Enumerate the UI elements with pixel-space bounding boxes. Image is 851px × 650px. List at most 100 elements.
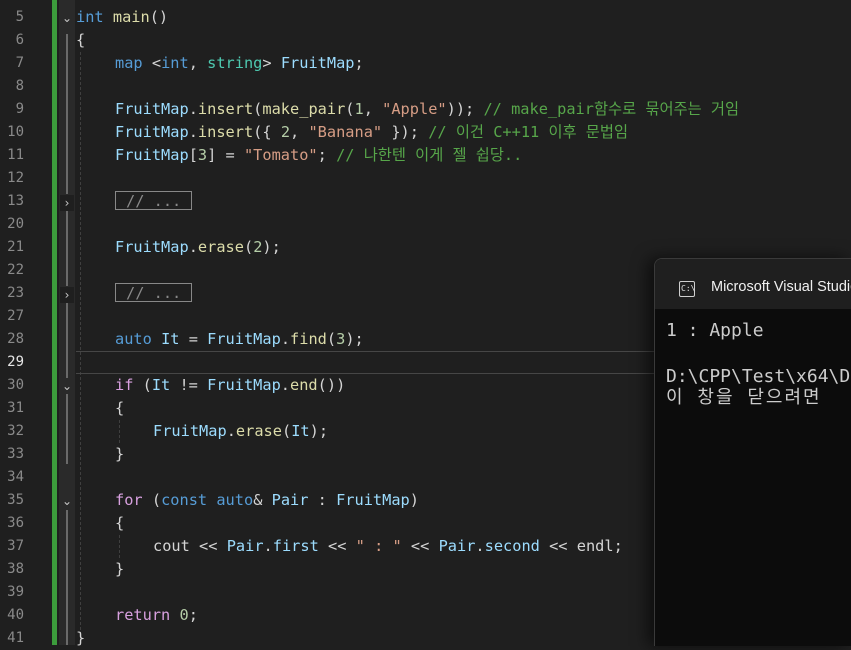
code-line[interactable]: { [115,397,124,420]
line-number: 38 [7,561,24,577]
line-number: 30 [7,377,24,393]
code-token: 3 [336,330,346,348]
fold-guide-line [66,211,68,286]
console-output-line: D:\CPP\Test\x64\Debug\Test.exe [666,366,851,387]
code-token: { [76,31,86,49]
code-token: FruitMap [115,123,189,141]
code-line[interactable]: map <int, string> FruitMap; [115,52,364,75]
current-line-highlight [76,351,666,374]
code-line[interactable]: return 0; [115,604,198,627]
line-number: 27 [7,308,24,324]
code-token: Pair [226,537,264,555]
code-token: FruitMap [115,238,189,256]
console-app-icon: C:\ [679,281,695,297]
code-token: : [308,491,337,509]
code-token: . [280,330,291,348]
code-line[interactable]: // ... [115,282,193,305]
code-token: . [188,238,198,256]
code-token: , [188,54,208,72]
code-token: for [115,491,143,509]
code-line[interactable]: FruitMap.insert(make_pair(1, "Apple")); … [115,98,739,121]
code-token: second [484,537,540,555]
line-number: 8 [15,78,24,94]
code-token: . [263,537,273,555]
code-token: . [188,100,198,118]
line-number: 9 [15,101,24,117]
code-token: const [161,491,208,509]
code-comment: // 이건 C++11 이후 문법임 [428,123,629,141]
code-token: int [161,54,189,72]
code-token: ); [262,238,281,256]
code-token: erase [235,422,282,440]
code-token: endl [576,537,614,555]
fold-expand-icon[interactable]: ⌄ [60,10,74,26]
code-token: { [115,399,125,417]
fold-guide-line [66,394,68,464]
line-number: 31 [7,400,24,416]
code-token: FruitMap [115,146,189,164]
code-token: & [253,491,272,509]
line-number-active: 29 [7,354,24,370]
code-line[interactable]: FruitMap[3] = "Tomato"; // 나한텐 이게 젤 쉽당.. [115,144,522,167]
code-token: Pair [271,491,309,509]
code-token: != [170,376,208,394]
line-number: 11 [7,147,24,163]
code-token: [ [188,146,198,164]
code-token: << [189,537,227,555]
code-token: "Banana" [308,123,383,141]
code-comment: // make_pair함수로 묶어주는 거임 [483,100,740,118]
code-token: erase [197,238,244,256]
code-token: . [280,376,291,394]
line-number: 34 [7,469,24,485]
code-token: FruitMap [280,54,355,72]
code-token: } [76,629,86,647]
line-number: 23 [7,285,24,301]
code-token: . [226,422,236,440]
code-line[interactable]: { [76,29,85,52]
code-token: It [151,376,171,394]
code-line[interactable]: cout << Pair.first << " : " << Pair.seco… [153,535,623,558]
line-number: 33 [7,446,24,462]
code-token: )); [446,100,484,118]
fold-guide-line [66,303,68,378]
code-token: It [161,330,180,348]
console-titlebar[interactable]: C:\ Microsoft Visual Studio Debug Consol… [655,259,851,309]
code-token: ; [613,537,623,555]
code-token: ); [345,330,364,348]
code-line[interactable]: FruitMap.erase(It); [153,420,328,443]
collapsed-region-button[interactable]: // ... [115,191,193,210]
code-token: FruitMap [336,491,410,509]
collapsed-region-button[interactable]: // ... [115,283,193,302]
line-number: 22 [7,262,24,278]
code-token: Pair [438,537,476,555]
code-token: ( [345,100,355,118]
fold-collapsed-icon[interactable]: › [60,287,74,303]
fold-collapsed-icon[interactable]: › [60,195,74,211]
code-token: FruitMap [115,100,189,118]
code-token: = [179,330,208,348]
line-number: 12 [7,170,24,186]
code-line[interactable]: auto It = FruitMap.find(3); [115,328,364,351]
fold-expand-icon[interactable]: ⌄ [60,378,74,394]
code-token: insert [197,100,254,118]
debug-console-window[interactable]: C:\ Microsoft Visual Studio Debug Consol… [654,258,851,646]
code-line[interactable]: FruitMap.insert({ 2, "Banana" }); // 이건 … [115,121,628,144]
code-line[interactable]: } [76,627,85,650]
fold-expand-icon[interactable]: ⌄ [60,493,74,509]
code-line[interactable]: int main() [76,6,168,29]
line-number: 28 [7,331,24,347]
code-line[interactable]: } [115,443,124,466]
line-number: 40 [7,607,24,623]
code-token: ; [188,606,198,624]
code-line[interactable]: { [115,512,124,535]
code-token: FruitMap [207,376,281,394]
line-number: 35 [7,492,24,508]
code-line[interactable]: FruitMap.erase(2); [115,236,281,259]
code-line[interactable]: if (It != FruitMap.end()) [115,374,345,397]
code-token: int [76,8,104,26]
code-line[interactable]: // ... [115,190,193,213]
code-line[interactable]: } [115,558,124,581]
code-token: first [272,537,319,555]
code-line[interactable]: for (const auto& Pair : FruitMap) [115,489,419,512]
